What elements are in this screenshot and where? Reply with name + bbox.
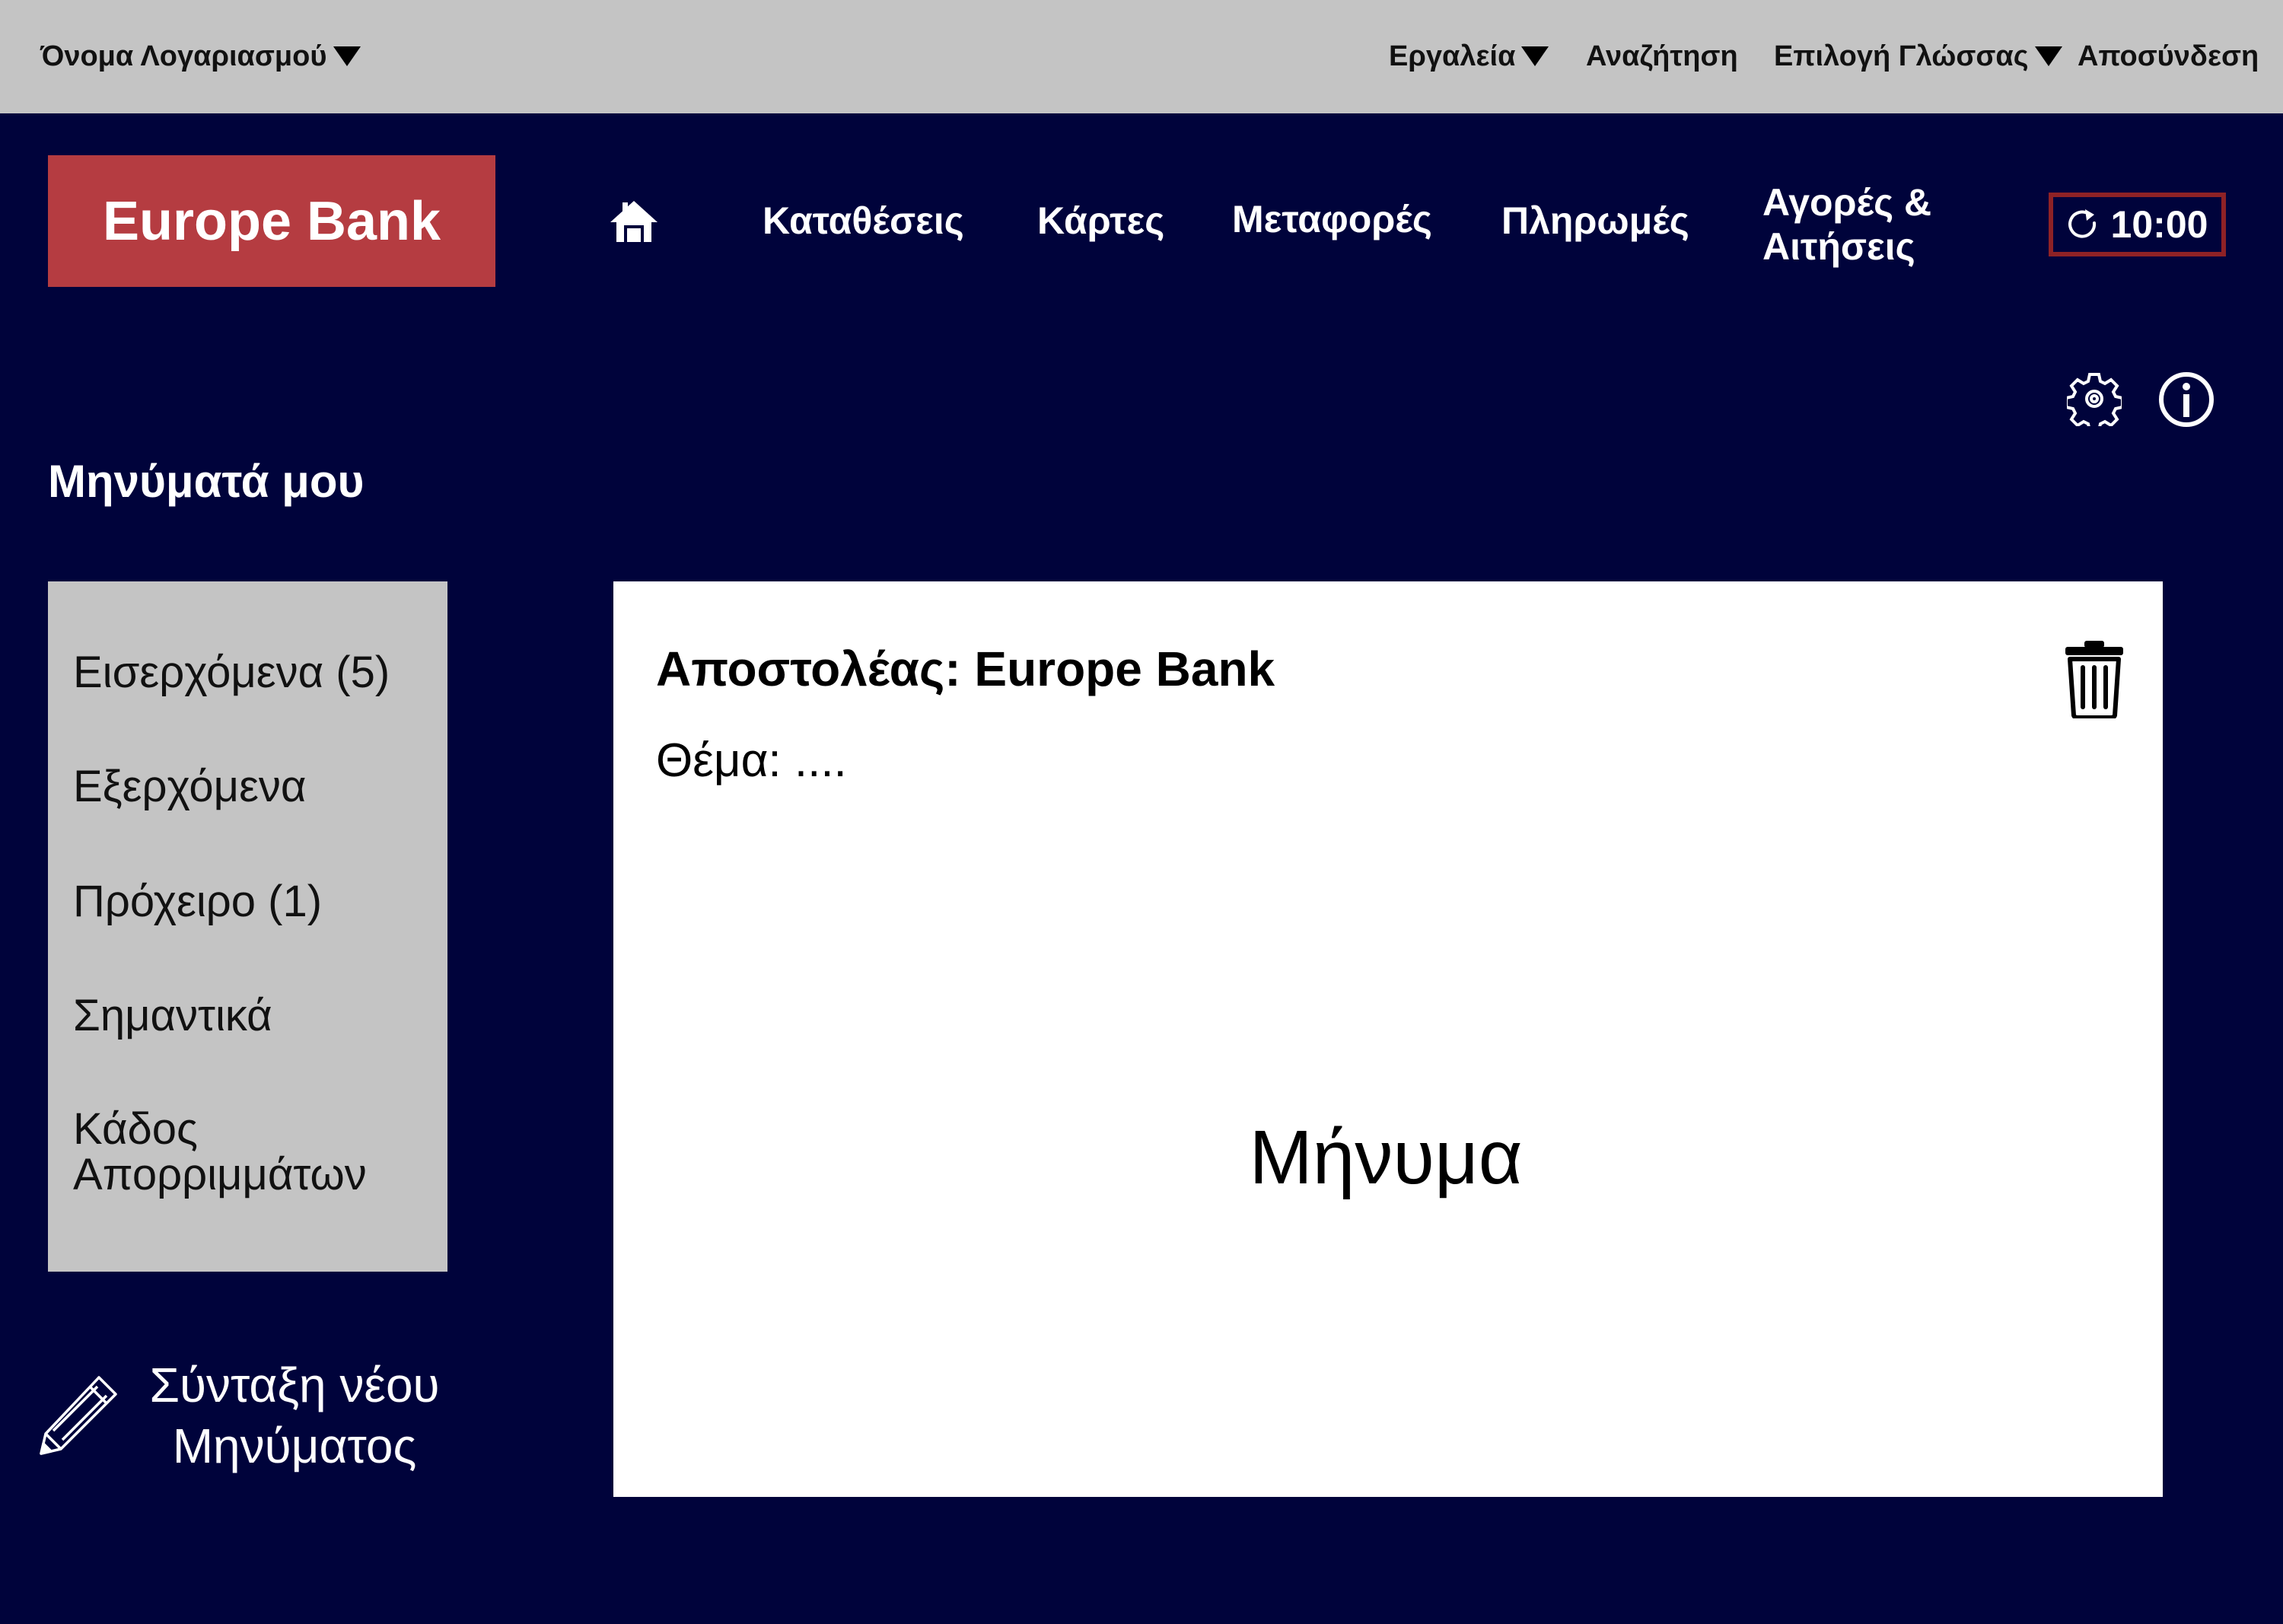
info-icon[interactable] — [2158, 371, 2215, 428]
language-label: Επιλογή Γλώσσας — [1774, 40, 2029, 72]
search-link[interactable]: Αναζήτηση — [1586, 33, 1738, 79]
top-utility-bar: Όνομα Λογαριασμού Εργαλεία Αναζήτηση Επι… — [0, 0, 2283, 113]
language-menu[interactable]: Επιλογή Γλώσσας — [1774, 33, 2062, 79]
account-menu[interactable]: Όνομα Λογαριασμού — [40, 33, 361, 79]
nav-purchases-line1: Αγορές & — [1762, 181, 1932, 224]
logout-label: Αποσύνδεση — [2078, 40, 2259, 72]
message-panel: Αποστολέας: Europe Bank Θέμα: .... Μήνυμ… — [613, 581, 2163, 1497]
page-title: Μηνύματά μου — [48, 456, 365, 507]
compose-button[interactable]: Σύνταξη νέου Μηνύματος — [37, 1355, 463, 1476]
tools-label: Εργαλεία — [1389, 40, 1516, 72]
caret-down-icon — [333, 46, 361, 66]
folder-sidebar: Εισερχόμενα (5) Εξερχόμενα Πρόχειρο (1) … — [48, 581, 447, 1272]
folder-inbox[interactable]: Εισερχόμενα (5) — [73, 650, 390, 696]
folder-trash-line1: Κάδος — [73, 1104, 199, 1154]
home-icon[interactable] — [609, 198, 659, 244]
nav-purchases-line2: Αιτήσεις — [1762, 224, 1915, 268]
session-timer[interactable]: 10:00 — [2049, 193, 2226, 256]
nav-deposits[interactable]: Καταθέσεις — [763, 199, 964, 244]
caret-down-icon — [1521, 46, 1549, 66]
folder-important[interactable]: Σημαντικά — [73, 993, 272, 1039]
bank-name: Europe Bank — [102, 190, 441, 252]
nav-cards[interactable]: Κάρτες — [1037, 199, 1164, 244]
search-label: Αναζήτηση — [1586, 40, 1738, 72]
trash-icon[interactable] — [2064, 639, 2125, 718]
account-name-label: Όνομα Λογαριασμού — [40, 40, 327, 72]
message-body: Μήνυμα — [1249, 1115, 1523, 1200]
folder-drafts[interactable]: Πρόχειρο (1) — [73, 879, 322, 925]
refresh-icon — [2068, 209, 2096, 238]
pencil-icon — [40, 1376, 117, 1455]
compose-label: Σύνταξη νέου Μηνύματος — [126, 1355, 463, 1476]
timer-value: 10:00 — [2110, 203, 2208, 246]
nav-purchases-applications[interactable]: Αγορές & Αιτήσεις — [1762, 181, 1931, 269]
compose-label-line1: Σύνταξη νέου — [149, 1358, 440, 1412]
tools-menu[interactable]: Εργαλεία — [1389, 33, 1549, 79]
gear-icon[interactable] — [2067, 371, 2122, 426]
message-sender: Αποστολέας: Europe Bank — [656, 642, 1275, 696]
compose-label-line2: Μηνύματος — [172, 1419, 417, 1473]
caret-down-icon — [2034, 46, 2062, 66]
logout-link[interactable]: Αποσύνδεση — [2078, 33, 2259, 79]
folder-trash-line2: Απορριμμάτων — [73, 1150, 367, 1199]
folder-outbox[interactable]: Εξερχόμενα — [73, 764, 306, 810]
message-subject: Θέμα: .... — [656, 734, 847, 787]
folder-trash[interactable]: Κάδος Απορριμμάτων — [73, 1107, 367, 1198]
nav-payments[interactable]: Πληρωμές — [1501, 199, 1689, 244]
bank-logo[interactable]: Europe Bank — [48, 155, 495, 287]
nav-transfers[interactable]: Μεταφορές — [1232, 198, 1432, 242]
